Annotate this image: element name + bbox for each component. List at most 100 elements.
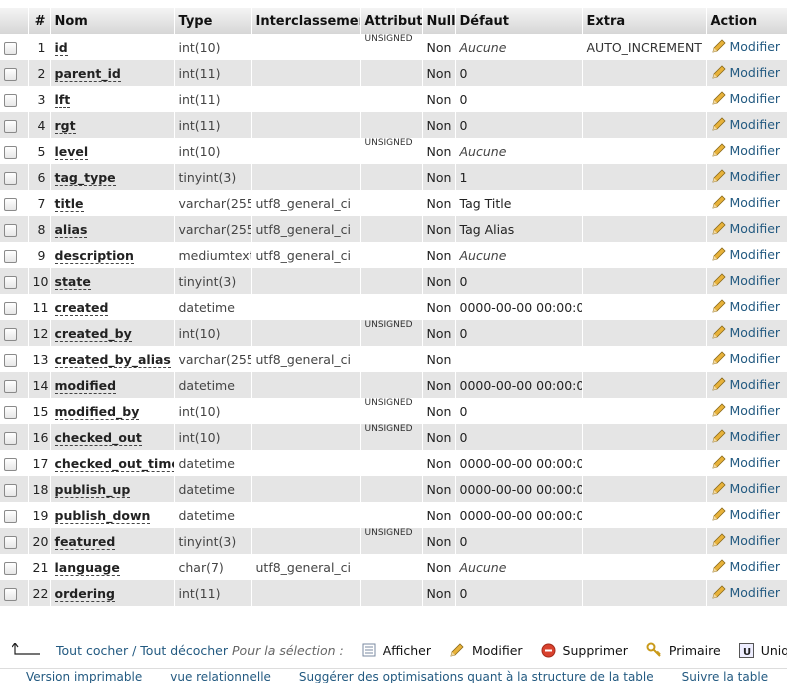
- column-name[interactable]: tag_type: [50, 164, 175, 190]
- column-name[interactable]: ordering: [50, 580, 175, 606]
- primary-button[interactable]: Primaire: [646, 642, 721, 658]
- unique-button[interactable]: U Unique: [738, 642, 787, 658]
- checkbox-icon[interactable]: [4, 405, 17, 419]
- check-all-link[interactable]: Tout cocher: [56, 643, 128, 658]
- pencil-icon[interactable]: [711, 64, 727, 83]
- pencil-icon[interactable]: [711, 428, 727, 447]
- browse-button[interactable]: Afficher: [362, 643, 431, 658]
- column-name-label[interactable]: featured: [54, 533, 116, 550]
- checkbox-icon[interactable]: [4, 223, 17, 237]
- column-name-label[interactable]: description: [54, 247, 134, 264]
- row-checkbox[interactable]: [0, 268, 29, 294]
- header-type[interactable]: Type: [174, 8, 252, 34]
- column-name[interactable]: id: [50, 34, 175, 60]
- modify-link[interactable]: Modifier: [730, 299, 781, 314]
- pencil-icon[interactable]: [711, 272, 727, 291]
- column-name[interactable]: alias: [50, 216, 175, 242]
- pencil-icon[interactable]: [711, 350, 727, 369]
- pencil-icon[interactable]: [711, 116, 727, 135]
- column-name[interactable]: title: [50, 190, 175, 216]
- modify-link[interactable]: Modifier: [730, 429, 781, 444]
- column-name[interactable]: checked_out: [50, 424, 175, 450]
- pencil-icon[interactable]: [711, 402, 727, 421]
- row-checkbox[interactable]: [0, 294, 29, 320]
- uncheck-all-link[interactable]: Tout décocher: [140, 643, 228, 658]
- checkbox-icon[interactable]: [4, 249, 17, 263]
- modify-link[interactable]: Modifier: [730, 169, 781, 184]
- header-null[interactable]: Null: [422, 8, 456, 34]
- column-name[interactable]: created_by_alias: [50, 346, 175, 372]
- row-checkbox[interactable]: [0, 372, 29, 398]
- header-extra[interactable]: Extra: [582, 8, 707, 34]
- row-checkbox[interactable]: [0, 112, 29, 138]
- column-name-label[interactable]: level: [54, 143, 89, 160]
- column-name[interactable]: parent_id: [50, 60, 175, 86]
- pencil-icon[interactable]: [711, 532, 727, 551]
- modify-link[interactable]: Modifier: [730, 507, 781, 522]
- checkbox-icon[interactable]: [4, 301, 17, 315]
- modify-link[interactable]: Modifier: [730, 117, 781, 132]
- column-name[interactable]: description: [50, 242, 175, 268]
- modify-link[interactable]: Modifier: [730, 195, 781, 210]
- row-checkbox[interactable]: [0, 580, 29, 606]
- header-collation[interactable]: Interclassement: [251, 8, 361, 34]
- header-attributes[interactable]: Attributs: [360, 8, 423, 34]
- column-name[interactable]: rgt: [50, 112, 175, 138]
- column-name-label[interactable]: checked_out: [54, 429, 142, 446]
- column-name-label[interactable]: id: [54, 39, 68, 56]
- column-name[interactable]: publish_up: [50, 476, 175, 502]
- row-checkbox[interactable]: [0, 164, 29, 190]
- column-name[interactable]: modified_by: [50, 398, 175, 424]
- header-default[interactable]: Défaut: [455, 8, 583, 34]
- modify-link[interactable]: Modifier: [730, 403, 781, 418]
- row-checkbox[interactable]: [0, 450, 29, 476]
- column-name-label[interactable]: created_by: [54, 325, 132, 342]
- modify-link[interactable]: Modifier: [730, 585, 781, 600]
- pencil-icon[interactable]: [711, 558, 727, 577]
- modify-link[interactable]: Modifier: [730, 247, 781, 262]
- row-checkbox[interactable]: [0, 242, 29, 268]
- column-name-label[interactable]: created_by_alias: [54, 351, 171, 368]
- column-name[interactable]: created_by: [50, 320, 175, 346]
- pencil-icon[interactable]: [711, 506, 727, 525]
- row-checkbox[interactable]: [0, 528, 29, 554]
- column-name-label[interactable]: tag_type: [54, 169, 116, 186]
- checkbox-icon[interactable]: [4, 431, 17, 445]
- column-name-label[interactable]: ordering: [54, 585, 115, 602]
- checkbox-icon[interactable]: [4, 509, 17, 523]
- checkbox-icon[interactable]: [4, 119, 17, 133]
- column-name[interactable]: publish_down: [50, 502, 175, 528]
- modify-link[interactable]: Modifier: [730, 91, 781, 106]
- modify-link[interactable]: Modifier: [730, 39, 781, 54]
- propose-structure-link[interactable]: Suggérer des optimisations quant à la st…: [299, 670, 654, 683]
- track-table-link[interactable]: Suivre la table: [682, 670, 768, 683]
- checkbox-icon[interactable]: [4, 93, 17, 107]
- pencil-icon[interactable]: [711, 142, 727, 161]
- relation-view-link[interactable]: vue relationnelle: [170, 670, 271, 683]
- pencil-icon[interactable]: [711, 298, 727, 317]
- checkbox-icon[interactable]: [4, 41, 17, 55]
- checkbox-icon[interactable]: [4, 587, 17, 601]
- column-name-label[interactable]: checked_out_time: [54, 455, 173, 472]
- column-name-label[interactable]: title: [54, 195, 84, 212]
- change-button[interactable]: Modifier: [449, 642, 523, 658]
- row-checkbox[interactable]: [0, 86, 29, 112]
- checkbox-icon[interactable]: [4, 197, 17, 211]
- modify-link[interactable]: Modifier: [730, 559, 781, 574]
- row-checkbox[interactable]: [0, 424, 29, 450]
- modify-link[interactable]: Modifier: [730, 273, 781, 288]
- row-checkbox[interactable]: [0, 346, 29, 372]
- row-checkbox[interactable]: [0, 34, 29, 60]
- pencil-icon[interactable]: [711, 246, 727, 265]
- checkbox-icon[interactable]: [4, 67, 17, 81]
- column-name[interactable]: state: [50, 268, 175, 294]
- modify-link[interactable]: Modifier: [730, 65, 781, 80]
- column-name[interactable]: modified: [50, 372, 175, 398]
- column-name-label[interactable]: created: [54, 299, 109, 316]
- column-name-label[interactable]: publish_down: [54, 507, 151, 524]
- row-checkbox[interactable]: [0, 60, 29, 86]
- pencil-icon[interactable]: [711, 324, 727, 343]
- row-checkbox[interactable]: [0, 190, 29, 216]
- header-name[interactable]: Nom: [50, 8, 175, 34]
- row-checkbox[interactable]: [0, 554, 29, 580]
